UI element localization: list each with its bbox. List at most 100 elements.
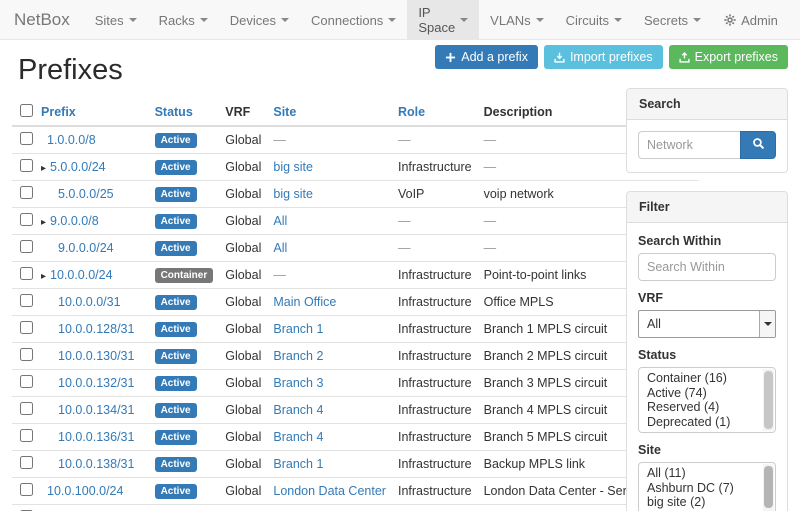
row-checkbox[interactable]: [20, 159, 33, 172]
row-checkbox[interactable]: [20, 321, 33, 334]
prefix-cell: 10.0.0.0/31: [35, 289, 149, 316]
prefix-link[interactable]: 1.0.0.0/8: [47, 133, 96, 147]
import-prefixes-button[interactable]: Import prefixes: [544, 45, 663, 69]
brand-link[interactable]: NetBox: [0, 0, 84, 39]
row-checkbox[interactable]: [20, 132, 33, 145]
row-checkbox[interactable]: [20, 267, 33, 280]
vrf-select[interactable]: All: [638, 310, 776, 338]
prefix-link[interactable]: 10.0.0.138/31: [58, 457, 134, 471]
status-cell: Active: [149, 343, 220, 370]
row-checkbox-cell: [12, 370, 35, 397]
row-checkbox[interactable]: [20, 429, 33, 442]
search-button[interactable]: [740, 131, 776, 159]
sort-link-site[interactable]: Site: [273, 105, 296, 119]
site-cell: big site: [267, 154, 392, 181]
prefix-link[interactable]: 10.0.0.0/24: [50, 268, 113, 282]
row-checkbox-cell: [12, 505, 35, 511]
prefix-link[interactable]: 10.0.0.128/31: [58, 322, 134, 336]
nav-item-sites[interactable]: Sites: [84, 0, 148, 40]
nav-item-ip-space[interactable]: IP Space: [407, 0, 479, 40]
listbox-option[interactable]: Reserved (4): [641, 400, 761, 415]
prefix-link[interactable]: 10.0.0.136/31: [58, 430, 134, 444]
site-link[interactable]: Branch 1: [273, 457, 323, 471]
expand-arrow-icon[interactable]: ▸: [41, 271, 50, 282]
prefix-link[interactable]: 9.0.0.0/8: [50, 214, 99, 228]
filter-panel-title: Filter: [627, 192, 787, 223]
prefix-cell: 9.0.0.0/24: [35, 235, 149, 262]
vrf-cell: Global: [219, 154, 267, 181]
scrollbar[interactable]: [763, 369, 774, 431]
prefixes-table: PrefixStatusVRFSiteRoleDescription 1.0.0…: [12, 99, 699, 511]
site-link[interactable]: Branch 2: [273, 349, 323, 363]
prefix-link[interactable]: 10.0.0.134/31: [58, 403, 134, 417]
table-row: 10.0.100.0/24ActiveGlobalLondon Data Cen…: [12, 478, 699, 505]
site-link[interactable]: big site: [273, 160, 313, 174]
row-checkbox[interactable]: [20, 456, 33, 469]
site-cell: London Data Center: [267, 478, 392, 505]
sort-link-prefix[interactable]: Prefix: [41, 105, 76, 119]
nav-item-circuits[interactable]: Circuits: [555, 0, 633, 40]
sort-link-role[interactable]: Role: [398, 105, 425, 119]
table-body: 1.0.0.0/8ActiveGlobal———▸5.0.0.0/24Activ…: [12, 126, 699, 511]
nav-profile-link[interactable]: Profile: [790, 0, 800, 40]
nav-item-secrets[interactable]: Secrets: [633, 0, 712, 40]
table-row: 10.0.0.132/31ActiveGlobalBranch 3Infrast…: [12, 370, 699, 397]
select-all-checkbox[interactable]: [20, 104, 33, 117]
row-checkbox[interactable]: [20, 483, 33, 496]
nav-item-connections[interactable]: Connections: [300, 0, 407, 40]
row-checkbox[interactable]: [20, 240, 33, 253]
prefix-link[interactable]: 5.0.0.0/25: [58, 187, 114, 201]
sort-link-status[interactable]: Status: [155, 105, 193, 119]
listbox-option[interactable]: Container (16): [641, 371, 761, 386]
column-header-vrf: VRF: [219, 99, 267, 126]
site-link[interactable]: Branch 4: [273, 430, 323, 444]
status-cell: Container: [149, 505, 220, 511]
site-link[interactable]: Main Office: [273, 295, 336, 309]
prefix-cell: ▸10.0.0.0/24: [35, 262, 149, 289]
nav-item-racks[interactable]: Racks: [148, 0, 219, 40]
column-header-role: Role: [392, 99, 478, 126]
status-badge: Active: [155, 484, 197, 499]
row-checkbox[interactable]: [20, 348, 33, 361]
prefix-link[interactable]: 5.0.0.0/24: [50, 160, 106, 174]
scrollbar[interactable]: [763, 464, 774, 511]
site-link[interactable]: Branch 4: [273, 403, 323, 417]
site-link[interactable]: All: [273, 241, 287, 255]
listbox-option[interactable]: Active (74): [641, 386, 761, 401]
listbox-option[interactable]: Ashburn DC (7): [641, 481, 761, 496]
nav-admin-link[interactable]: Admin: [712, 0, 790, 40]
nav-item-devices[interactable]: Devices: [219, 0, 300, 40]
listbox-option[interactable]: Deprecated (1): [641, 415, 761, 430]
search-input[interactable]: [638, 131, 740, 159]
expand-arrow-icon[interactable]: ▸: [41, 163, 50, 174]
vrf-cell: Global: [219, 208, 267, 235]
row-checkbox[interactable]: [20, 186, 33, 199]
chevron-down-icon: [614, 18, 622, 22]
prefix-link[interactable]: 10.0.100.0/24: [47, 484, 123, 498]
add-a-prefix-button[interactable]: Add a prefix: [435, 45, 538, 69]
prefix-link[interactable]: 10.0.0.0/31: [58, 295, 121, 309]
prefix-link[interactable]: 9.0.0.0/24: [58, 241, 114, 255]
site-link[interactable]: big site: [273, 187, 313, 201]
site-cell: Branch 1: [267, 316, 392, 343]
site-link[interactable]: Branch 3: [273, 376, 323, 390]
status-badge: Active: [155, 133, 197, 148]
listbox-option[interactable]: All (11): [641, 466, 761, 481]
listbox-option[interactable]: big site (2): [641, 495, 761, 510]
prefix-link[interactable]: 10.0.0.132/31: [58, 376, 134, 390]
nav-item-vlans[interactable]: VLANs: [479, 0, 554, 40]
role-cell: VoIP: [392, 181, 478, 208]
site-link[interactable]: London Data Center: [273, 484, 386, 498]
status-cell: Active: [149, 181, 220, 208]
row-checkbox[interactable]: [20, 402, 33, 415]
row-checkbox[interactable]: [20, 213, 33, 226]
site-link[interactable]: Branch 1: [273, 322, 323, 336]
search-within-input[interactable]: [638, 253, 776, 281]
export-prefixes-button[interactable]: Export prefixes: [669, 45, 788, 69]
row-checkbox[interactable]: [20, 294, 33, 307]
site-link[interactable]: All: [273, 214, 287, 228]
prefix-link[interactable]: 10.0.0.130/31: [58, 349, 134, 363]
vrf-cell: Global: [219, 126, 267, 154]
row-checkbox[interactable]: [20, 375, 33, 388]
expand-arrow-icon[interactable]: ▸: [41, 217, 50, 228]
